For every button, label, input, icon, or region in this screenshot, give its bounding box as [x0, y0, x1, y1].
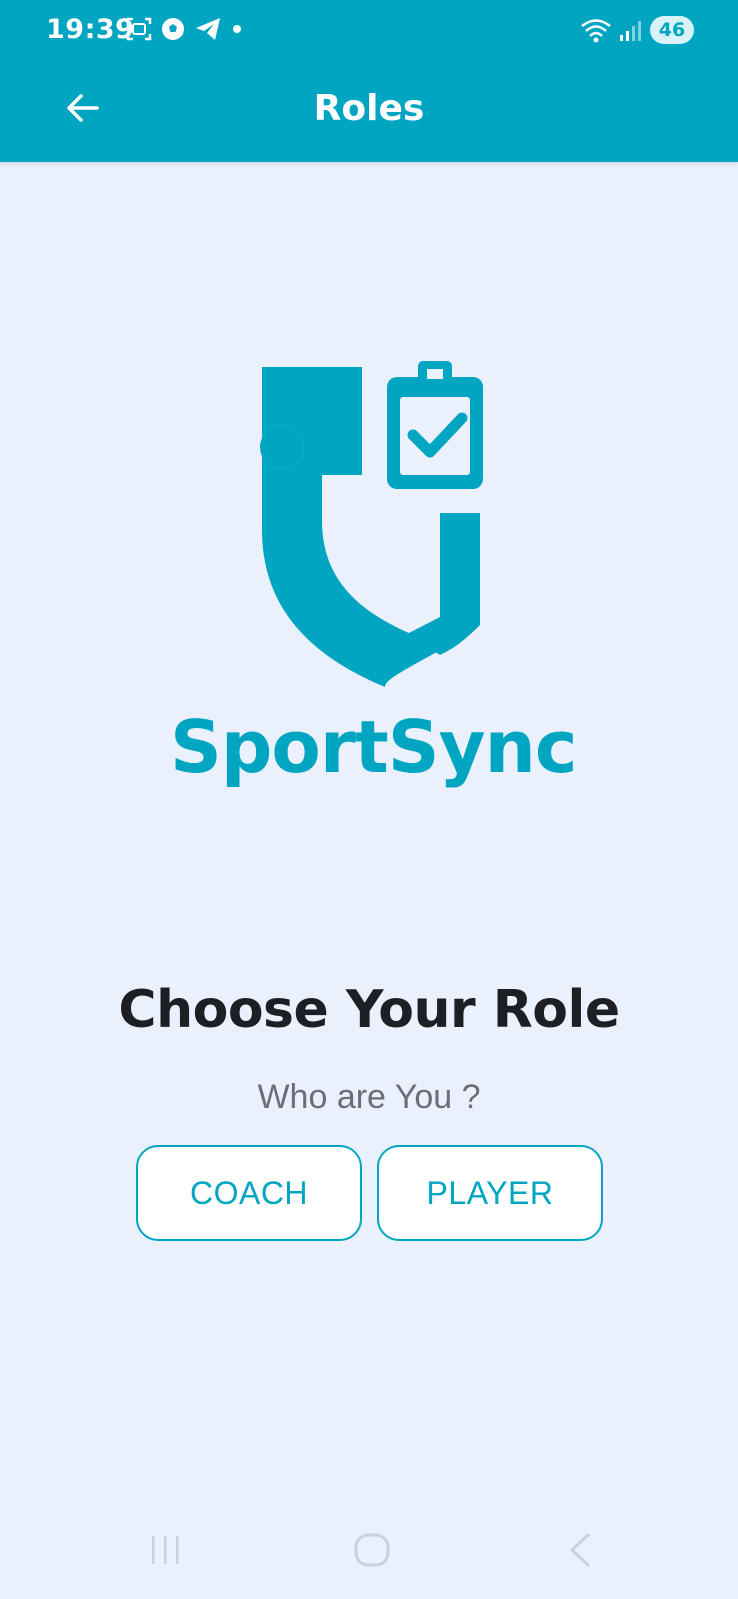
who-are-you-subheading: Who are You ?	[257, 1078, 481, 1116]
wifi-icon	[581, 19, 611, 43]
player-button[interactable]: PLAYER	[377, 1145, 603, 1241]
choose-role-heading: Choose Your Role	[118, 980, 620, 1040]
logo-text: SportSync	[170, 705, 578, 789]
coach-button[interactable]: COACH	[136, 1145, 362, 1241]
home-icon[interactable]	[353, 1532, 391, 1568]
sportsync-logo: SportSync	[170, 355, 578, 795]
nav-back-icon[interactable]	[566, 1532, 596, 1568]
signal-icon	[620, 21, 641, 41]
recents-icon[interactable]	[148, 1532, 184, 1568]
status-icons-right: 46	[580, 16, 694, 44]
status-bar: 19:39 46	[0, 0, 738, 62]
status-icons-left	[126, 16, 244, 42]
battery-icon: 46	[650, 16, 694, 44]
page-title: Roles	[313, 88, 425, 129]
system-nav-bar	[0, 1520, 738, 1599]
telegram-icon	[196, 18, 220, 40]
screenshot-icon	[126, 17, 152, 41]
dot-icon	[233, 25, 241, 33]
soccer-ball-icon	[162, 18, 184, 40]
app-bar: 19:39 46 Roles	[0, 0, 738, 162]
status-time: 19:39	[46, 14, 135, 45]
shield-clipboard-logo-icon	[260, 361, 483, 687]
